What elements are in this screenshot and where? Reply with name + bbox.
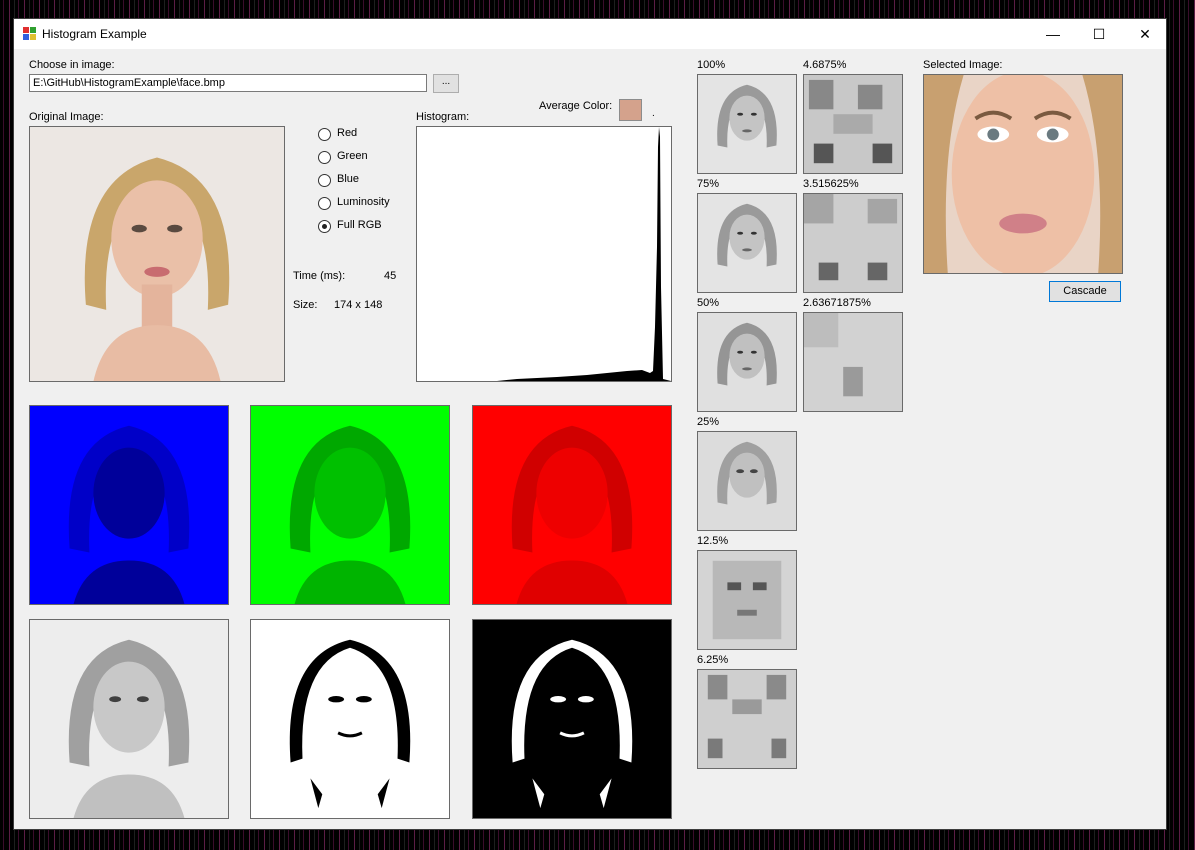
- scale-image-4-6875: [803, 74, 903, 174]
- cascade-button[interactable]: Cascade: [1049, 281, 1121, 302]
- scale-label-12-5: 12.5%: [697, 535, 729, 547]
- scale-image-12-5: [697, 550, 797, 650]
- radio-green-label: Green: [337, 150, 368, 162]
- average-color-dot: .: [652, 108, 655, 119]
- scale-label-50: 50%: [697, 297, 720, 309]
- maximize-icon: ☐: [1092, 26, 1106, 42]
- scale-image-6-25: [697, 669, 797, 769]
- radio-red-label: Red: [337, 127, 358, 139]
- selected-image-label: Selected Image:: [923, 59, 1003, 71]
- selected-image: [923, 74, 1123, 274]
- scale-label-3-515625: 3.515625%: [803, 178, 859, 190]
- histogram-label: Histogram:: [416, 111, 470, 123]
- average-color-label: Average Color:: [539, 100, 613, 112]
- scale-image-3-515625: [803, 193, 903, 293]
- blue-channel-image: [29, 405, 229, 605]
- radio-luminosity-label: Luminosity: [337, 196, 390, 208]
- threshold-image: [250, 619, 450, 819]
- minimize-icon: —: [1046, 26, 1060, 42]
- close-icon: ✕: [1139, 26, 1151, 42]
- radio-red-circle: [318, 128, 331, 141]
- app-icon: [23, 27, 36, 40]
- minimize-button[interactable]: —: [1030, 19, 1076, 49]
- scale-label-25: 25%: [697, 416, 720, 428]
- main-panel: Choose in image: E:\GitHub\HistogramExam…: [14, 49, 1166, 829]
- radio-blue-label: Blue: [337, 173, 360, 185]
- scale-image-50: [697, 312, 797, 412]
- scale-image-25: [697, 431, 797, 531]
- scale-label-75: 75%: [697, 178, 720, 190]
- time-value: 45: [384, 270, 397, 282]
- scale-label-2-63671875: 2.63671875%: [803, 297, 871, 309]
- green-channel-image: [250, 405, 450, 605]
- title-bar: Histogram Example — ☐ ✕: [14, 19, 1166, 49]
- original-image: [29, 126, 285, 382]
- size-label: Size:: [293, 299, 318, 311]
- choose-image-label: Choose in image:: [29, 59, 115, 71]
- grayscale-image: [29, 619, 229, 819]
- maximize-button[interactable]: ☐: [1076, 19, 1122, 49]
- radio-blue-circle: [318, 174, 331, 187]
- histogram-panel: [416, 126, 672, 382]
- radio-green-circle: [318, 151, 331, 164]
- time-label: Time (ms):: [293, 270, 346, 282]
- radio-luminosity-circle: [318, 197, 331, 210]
- scale-image-100: [697, 74, 797, 174]
- radio-full-rgb-label: Full RGB: [337, 219, 382, 231]
- scale-label-4-6875: 4.6875%: [803, 59, 847, 71]
- red-channel-image: [472, 405, 672, 605]
- average-color-swatch: [619, 99, 642, 121]
- radio-full-rgb-circle: [318, 220, 331, 233]
- inverted-threshold-image: [472, 619, 672, 819]
- scale-label-6-25: 6.25%: [697, 654, 729, 666]
- file-path-input[interactable]: E:\GitHub\HistogramExample\face.bmp: [29, 74, 427, 92]
- app-window: Histogram Example — ☐ ✕ Choose in image:…: [13, 18, 1167, 830]
- original-image-label: Original Image:: [29, 111, 104, 123]
- scale-image-2-63671875: [803, 312, 903, 412]
- browse-button[interactable]: ...: [433, 74, 459, 93]
- close-button[interactable]: ✕: [1122, 19, 1168, 49]
- size-value: 174 x 148: [334, 299, 383, 311]
- window-title: Histogram Example: [42, 27, 147, 41]
- histogram-plot: [417, 127, 671, 381]
- scale-label-100: 100%: [697, 59, 726, 71]
- scale-image-75: [697, 193, 797, 293]
